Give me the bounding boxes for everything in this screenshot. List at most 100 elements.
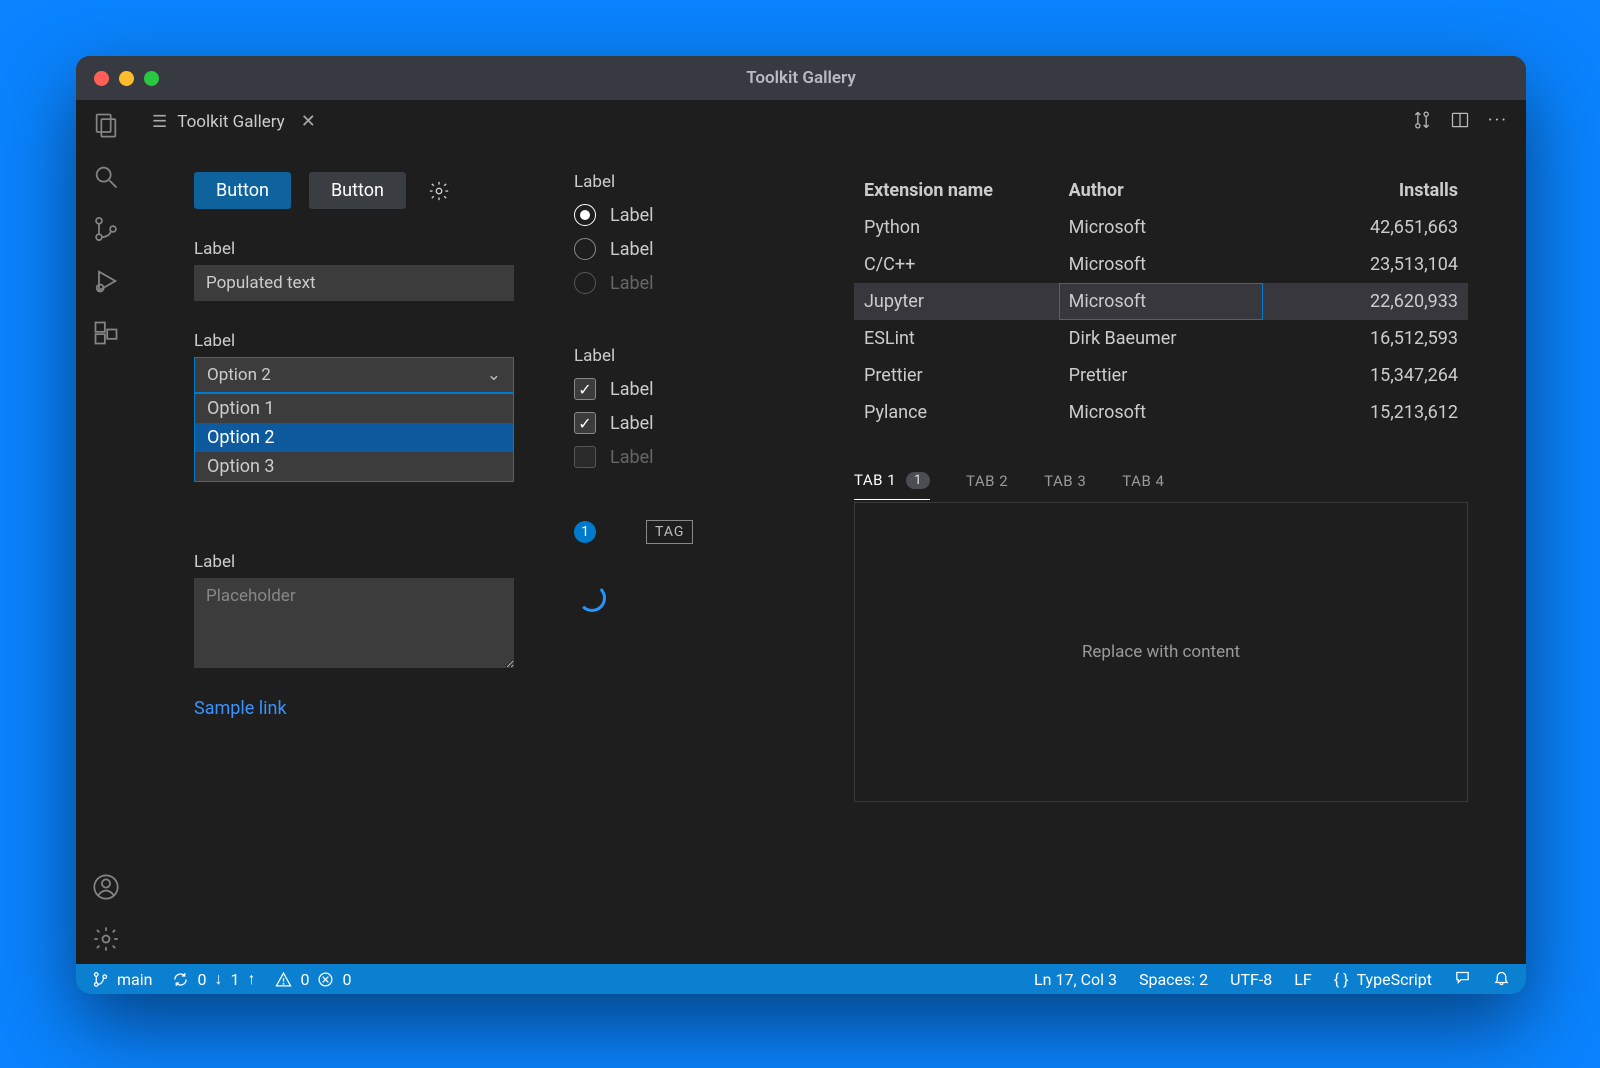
cell-installs: 23,513,104 [1263, 246, 1468, 283]
status-problems[interactable]: 0 0 [275, 970, 351, 989]
chevron-down-icon: ⌄ [487, 365, 501, 385]
dropdown-option[interactable]: Option 2 [195, 423, 513, 452]
cell-author: Microsoft [1059, 283, 1264, 320]
extensions-icon[interactable] [91, 318, 121, 348]
col-header-installs[interactable]: Installs [1263, 172, 1468, 209]
app-window: Toolkit Gallery [76, 56, 1526, 994]
status-encoding[interactable]: UTF-8 [1230, 970, 1272, 989]
text-field-label: Label [194, 239, 514, 259]
titlebar: Toolkit Gallery [76, 56, 1526, 100]
checkbox-option[interactable]: Label [574, 378, 794, 400]
checkbox-option[interactable]: Label [574, 412, 794, 434]
dropdown-value: Option 2 [207, 365, 271, 385]
dropdown-option[interactable]: Option 3 [195, 452, 513, 481]
warning-count: 0 [300, 970, 309, 989]
zoom-window-button[interactable] [144, 71, 159, 86]
bell-icon[interactable] [1493, 969, 1510, 990]
radio-label: Label [610, 205, 654, 226]
cell-name: Jupyter [854, 283, 1059, 320]
split-editor-icon[interactable] [1450, 110, 1470, 134]
dropdown-label: Label [194, 331, 514, 351]
branch-name: main [117, 970, 152, 989]
account-icon[interactable] [91, 872, 121, 902]
status-cursor[interactable]: Ln 17, Col 3 [1034, 970, 1117, 989]
status-sync[interactable]: 0↓ 1↑ [172, 969, 255, 989]
cell-installs: 42,651,663 [1263, 209, 1468, 246]
radio-option[interactable]: Label [574, 204, 794, 226]
explorer-icon[interactable] [91, 110, 121, 140]
error-count: 0 [342, 970, 351, 989]
textarea[interactable] [194, 578, 514, 668]
cell-name: C/C++ [854, 246, 1059, 283]
sample-link[interactable]: Sample link [194, 698, 514, 719]
cell-author: Microsoft [1059, 246, 1264, 283]
close-window-button[interactable] [94, 71, 109, 86]
editor-tab-active[interactable]: ☰ Toolkit Gallery ✕ [136, 100, 332, 144]
more-actions-icon[interactable]: ··· [1488, 110, 1508, 134]
activity-bar [76, 100, 136, 964]
window-controls [94, 71, 159, 86]
checkbox-indicator [574, 378, 596, 400]
col-header-name[interactable]: Extension name [854, 172, 1059, 209]
tab-panel-tabs: TAB 1 1 TAB 2 TAB 3 TAB 4 [854, 471, 1468, 500]
cell-installs: 15,213,612 [1263, 394, 1468, 431]
search-icon[interactable] [91, 162, 121, 192]
window-title: Toolkit Gallery [76, 68, 1526, 88]
dropdown-listbox: Option 1 Option 2 Option 3 [194, 393, 514, 482]
cell-name: Python [854, 209, 1059, 246]
dropdown-option[interactable]: Option 1 [195, 394, 513, 423]
radio-indicator [574, 238, 596, 260]
progress-spinner [578, 584, 606, 612]
cell-name: Pylance [854, 394, 1059, 431]
cell-author: Dirk Baeumer [1059, 320, 1264, 357]
checkbox-label: Label [610, 379, 654, 400]
sync-up: 1 [230, 970, 239, 989]
cell-name: ESLint [854, 320, 1059, 357]
radio-option[interactable]: Label [574, 238, 794, 260]
textarea-label: Label [194, 552, 514, 572]
tab-panel-content: Replace with content [854, 502, 1468, 802]
panel-tab-label: TAB 1 [854, 471, 896, 489]
secondary-button[interactable]: Button [309, 172, 406, 209]
cell-installs: 22,620,933 [1263, 283, 1468, 320]
panel-tab[interactable]: TAB 2 [966, 472, 1008, 500]
settings-gear-icon[interactable] [91, 924, 121, 954]
status-eol[interactable]: LF [1294, 970, 1311, 989]
cell-author: Microsoft [1059, 394, 1264, 431]
minimize-window-button[interactable] [119, 71, 134, 86]
cell-author: Prettier [1059, 357, 1264, 394]
source-control-icon[interactable] [91, 214, 121, 244]
radio-indicator [574, 272, 596, 294]
radio-option-disabled: Label [574, 272, 794, 294]
panel-tab[interactable]: TAB 4 [1122, 472, 1164, 500]
editor-area: ☰ Toolkit Gallery ✕ ··· [136, 100, 1526, 964]
checkbox-indicator [574, 446, 596, 468]
run-debug-icon[interactable] [91, 266, 121, 296]
close-tab-icon[interactable]: ✕ [301, 111, 316, 132]
radio-label: Label [610, 273, 654, 294]
panel-tab[interactable]: TAB 1 1 [854, 471, 930, 500]
feedback-icon[interactable] [1454, 969, 1471, 990]
radio-indicator [574, 204, 596, 226]
compare-changes-icon[interactable] [1412, 110, 1432, 134]
panel-tab[interactable]: TAB 3 [1044, 472, 1086, 500]
settings-button[interactable] [424, 176, 454, 206]
tag: TAG [646, 520, 693, 544]
editor-tabs: ☰ Toolkit Gallery ✕ ··· [136, 100, 1526, 144]
editor-tab-title: Toolkit Gallery [177, 112, 284, 132]
status-language[interactable]: { }TypeScript [1334, 970, 1432, 989]
radio-group-label: Label [574, 172, 794, 192]
col-header-author[interactable]: Author [1059, 172, 1264, 209]
badge: 1 [574, 521, 596, 543]
primary-button[interactable]: Button [194, 172, 291, 209]
radio-label: Label [610, 239, 654, 260]
status-spaces[interactable]: Spaces: 2 [1139, 970, 1208, 989]
text-field[interactable] [194, 265, 514, 301]
status-branch[interactable]: main [92, 970, 152, 989]
cell-author: Microsoft [1059, 209, 1264, 246]
cell-installs: 16,512,593 [1263, 320, 1468, 357]
dropdown[interactable]: Option 2 ⌄ [194, 357, 514, 393]
checkbox-label: Label [610, 447, 654, 468]
status-bar: main 0↓ 1↑ 0 0 Ln 17, Col 3 Spaces: 2 UT… [76, 964, 1526, 994]
cell-name: Prettier [854, 357, 1059, 394]
